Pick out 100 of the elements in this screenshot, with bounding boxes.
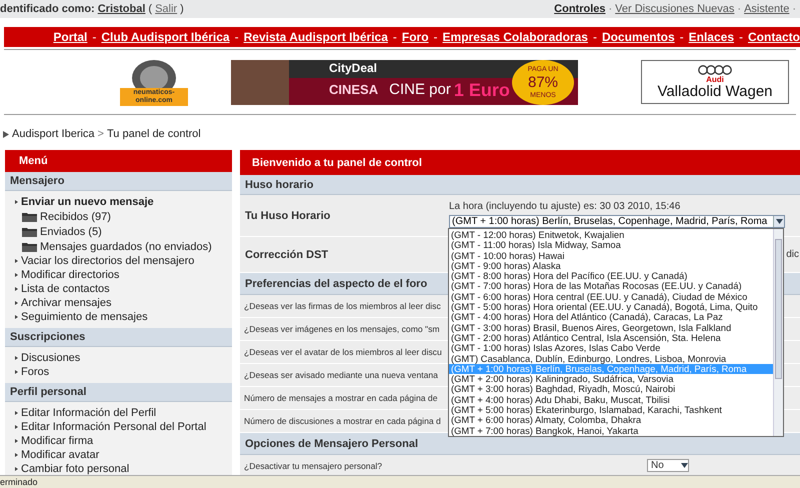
sidebar-link[interactable]: Modificar firma [15, 434, 232, 448]
bullet-icon [15, 315, 18, 320]
timezone-option[interactable]: (GMT + 3:00 horas) Baghdad, Riyadh, Moscú, Nairobi [449, 384, 773, 395]
select-field[interactable]: No [647, 459, 689, 472]
timezone-option[interactable]: (GMT - 12:00 horas) Enitwetok, Kwajalien [449, 230, 773, 240]
nav-link[interactable]: Enlaces [688, 30, 734, 44]
dropdown-arrow-icon [681, 463, 688, 468]
sidebar-link[interactable]: Discusiones [15, 351, 232, 366]
sidebar-link[interactable]: Modificar avatar [15, 448, 232, 462]
timezone-option[interactable]: (GMT - 4:00 horas) Hora del Atlántico (Canadá), Caracas, La Paz [449, 312, 773, 323]
username-link[interactable]: Cristobal [98, 3, 146, 15]
timezone-select[interactable]: (GMT + 1:00 horas) Berlín, Bruselas, Copenhage, Madrid, París, Roma [449, 215, 785, 228]
logout-link[interactable]: Salir [155, 3, 178, 15]
logged-in-label: dentificado como: [0, 3, 95, 15]
timezone-option[interactable]: (GMT + 5:00 horas) Ekaterinburgo, Islamabad, Karachi, Tashkent [449, 405, 773, 416]
bullet-icon [15, 200, 18, 204]
paren-text: ( [148, 3, 152, 15]
sidebar-title: Menú [5, 150, 232, 172]
sidebar-link[interactable]: Recibidos (97) [15, 209, 232, 224]
timezone-option[interactable]: (GMT + 6:00 horas) Almaty, Colomba, Dhakra [449, 415, 773, 426]
timezone-option[interactable]: (GMT + 2:00 horas) Kaliningrado, Sudáfrica, Varsovia [449, 374, 773, 384]
section-header: Mensajero [5, 172, 232, 192]
sidebar-link[interactable]: Archivar mensajes [15, 296, 232, 310]
bullet-icon [15, 259, 18, 264]
timezone-option[interactable]: (GMT - 7:00 horas) Hora de las Motañas Rocosas (EE.UU. y Canadá) [449, 281, 773, 292]
nav-link[interactable]: Foro [402, 30, 429, 44]
panel-title: Bienvenido a tu panel de control [240, 150, 800, 175]
nav-link[interactable]: Empresas Colaboradoras [442, 30, 588, 44]
timezone-option[interactable]: (GMT - 5:00 horas) Hora oriental (EE.UU. y Canadá), Bogotá, Lima, Quito [449, 302, 773, 312]
timezone-option[interactable]: (GMT - 8:00 horas) Hora del Pacífico (EE.UU. y Canadá) [449, 271, 773, 282]
arrow-icon [3, 130, 9, 138]
sidebar-link[interactable]: Foros [15, 365, 232, 380]
dealer-brand-text: Audi [706, 74, 724, 84]
sidebar-link[interactable]: Vaciar los directorios del mensajero [15, 254, 232, 268]
sidebar-link[interactable]: Seguimiento de mensajes [15, 310, 232, 324]
field-label: Número de mensajes a mostrar en cada página de [244, 393, 438, 403]
ad-brand-text: CityDeal [329, 60, 378, 76]
nav-link[interactable]: Revista Audisport Ibérica [244, 30, 388, 44]
sidebar-link[interactable]: Enviados (5) [15, 224, 232, 240]
separator-text: - [92, 30, 96, 44]
sidebar-link[interactable]: Lista de contactos [15, 282, 232, 296]
timezone-option[interactable]: (GMT - 11:00 horas) Isla Midway, Samoa [449, 240, 773, 251]
field-label: ¿Deseas ser avisado mediante una nueva ventana [244, 370, 438, 380]
field-label: ¿Deseas ver las firmas de los miembros al leer disc [244, 301, 441, 311]
timezone-option[interactable]: (GMT - 9:00 horas) Alaska [449, 260, 773, 272]
bullet-icon [15, 466, 18, 471]
cinema-logo-text: CINESA [329, 82, 378, 97]
separator-text: - [592, 30, 597, 44]
user-link[interactable]: Asistente [744, 3, 790, 15]
section-header: Perfil personal [5, 383, 232, 402]
bullet-icon [15, 452, 18, 457]
status-bar: erminado [0, 475, 800, 488]
breadcrumb-link[interactable]: Audisport Iberica [12, 128, 95, 140]
dst-text: dic [786, 249, 800, 260]
breadcrumb-link[interactable]: Tu panel de control [106, 128, 201, 140]
dealer-name-text: Valladolid Wagen [657, 84, 773, 100]
field-label: Corrección DST [245, 248, 328, 260]
sidebar-link[interactable]: Mensajes guardados (no enviados) [15, 239, 232, 254]
bullet-icon [15, 356, 18, 360]
sidebar-link[interactable]: Modificar directorios [15, 268, 232, 282]
bullet-icon [15, 273, 18, 278]
folder-icon [22, 211, 37, 222]
bullet-icon [15, 424, 18, 429]
nav-link[interactable]: Documentos [602, 30, 675, 44]
sidebar-link[interactable]: Cambiar foto personal [15, 462, 232, 476]
sidebar-link[interactable]: Editar Información del Perfil [15, 406, 232, 420]
sidebar-link[interactable]: Editar Información Personal del Portal [15, 420, 232, 434]
nav-link[interactable]: Contacto [748, 30, 800, 44]
bullet-icon [15, 287, 18, 292]
folder-icon [22, 226, 37, 238]
nav-link[interactable]: Portal [53, 30, 88, 44]
timezone-option[interactable]: (GMT - 3:00 horas) Brasil, Buenos Aires, Georgetown, Isla Falkland [449, 322, 773, 333]
separator-text: > [98, 128, 104, 140]
bullet-icon [15, 370, 18, 374]
user-link[interactable]: Ver Discusiones Nuevas [615, 3, 734, 15]
dealer-ad[interactable]: Audi Valladolid Wagen [641, 60, 789, 104]
timezone-option[interactable]: (GMT - 10:00 horas) Hawai [449, 250, 773, 261]
separator-text: · [792, 3, 796, 15]
photo-placeholder [231, 60, 289, 104]
bullet-icon [15, 410, 18, 415]
field-label: Número de discusiones a mostrar en cada página d [244, 416, 441, 426]
separator-text: - [234, 30, 239, 44]
rings-logo-icon [697, 64, 733, 74]
separator-text: - [680, 30, 684, 44]
scrollbar[interactable] [773, 229, 783, 436]
timezone-option[interactable]: (GMT) Casablanca, Dublín, Edinburgo, Londres, Lisboa, Monrovia [449, 354, 773, 364]
separator-text: - [392, 30, 397, 44]
user-link[interactable]: Controles [554, 3, 606, 15]
timezone-option[interactable]: (GMT - 1:00 horas) Islas Azores, Islas Cabo Verde [449, 343, 773, 354]
bullet-icon [15, 301, 18, 306]
sidebar-link[interactable]: Enviar un nuevo mensaje [15, 195, 232, 210]
ad-text: CINE por [389, 81, 451, 98]
timezone-option[interactable]: (GMT - 2:00 horas) Atlántico Central, Isla Ascensión, Sta. Helena [449, 332, 773, 344]
timezone-option[interactable]: (GMT + 4:00 horas) Adu Dhabi, Baku, Muscat, Tbilisi [449, 394, 773, 406]
dropdown-arrow-icon [776, 219, 782, 224]
separator-text: · [737, 3, 742, 15]
separator-text: - [739, 30, 743, 44]
nav-link[interactable]: Club Audisport Ibérica [101, 30, 230, 44]
folder-icon [22, 241, 37, 252]
paren-text: ) [180, 3, 184, 15]
